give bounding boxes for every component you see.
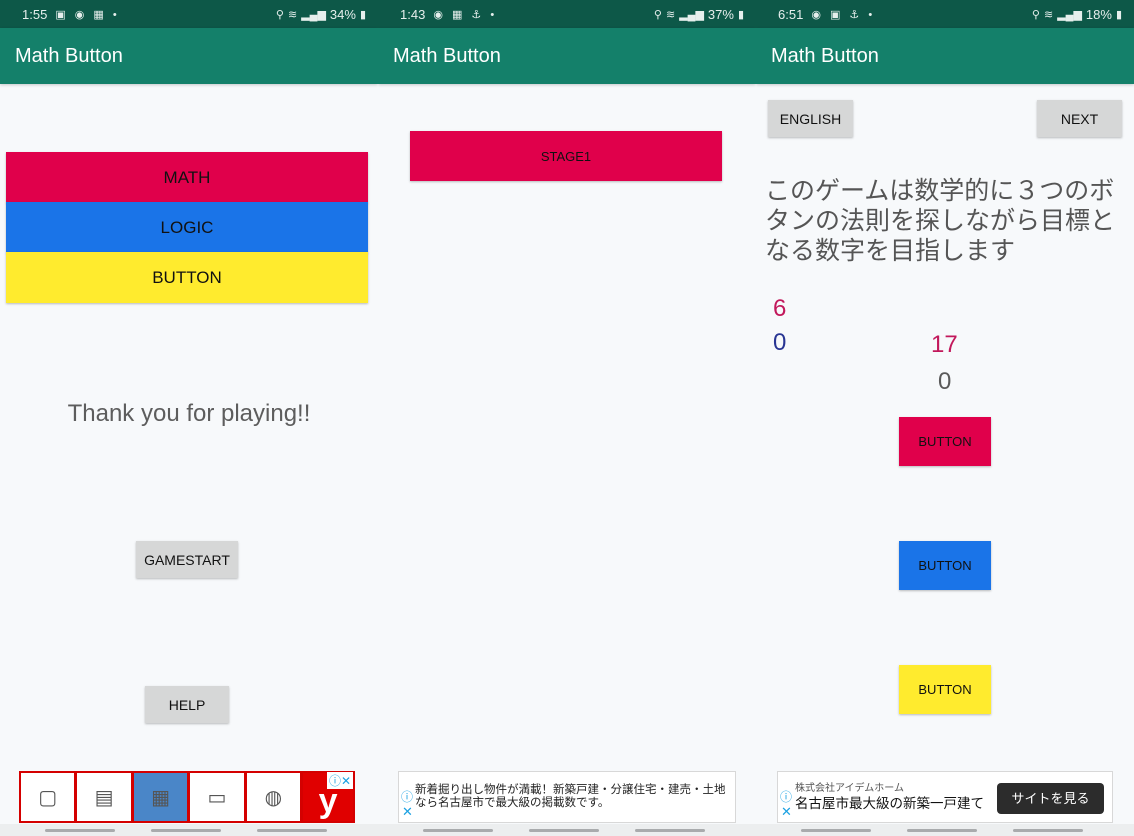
status-bar: 1:43 ◉ ▦ ⚓ • ⚲ ≋ ▂▄▆ 37% ▮ [378,0,756,28]
location-icon: ⚲ [1031,8,1040,21]
status-time: 1:55 [22,6,48,22]
nav-bar [0,824,378,836]
ad-cta-button[interactable]: サイトを見る [997,783,1104,814]
notification-icons: ◉ ▦ ⚓ • [433,8,498,21]
app-title: Math Button [378,28,756,84]
nav-back[interactable] [635,829,705,832]
ad-info-icon[interactable]: ⓘ [401,790,413,804]
banner-math: MATH [6,152,368,203]
location-icon: ⚲ [275,8,284,21]
nav-recents[interactable] [801,829,871,832]
nav-home[interactable] [151,829,221,832]
ad-text: 新着掘り出し物件が満載！新築戸建・分譲住宅・建売・土地なら名古屋市で最大級の掲載… [415,784,726,809]
app-title: Math Button [0,28,378,84]
nav-bar [378,824,756,836]
battery-icon: ▮ [737,8,744,21]
ad-image-lamp: ▭ [190,773,244,821]
signal-icon: ▂▄▆ [301,8,326,21]
nav-recents[interactable] [423,829,493,832]
nav-home[interactable] [907,829,977,832]
status-time: 1:43 [400,6,426,22]
wifi-icon: ≋ [665,8,676,21]
ad-close-icon[interactable]: ✕ [781,805,792,818]
ad-info-icon[interactable]: ⓘ✕ [326,772,353,789]
nav-back[interactable] [1013,829,1083,832]
notification-icons: ◉ ▣ ⚓ • [811,8,876,21]
nav-home[interactable] [529,829,599,832]
screen-home: 1:55 ▣ ◉ ▦ • ⚲ ≋ ▂▄▆ 34% ▮ Math Button M… [0,0,378,836]
ad-close-icon[interactable]: ✕ [402,805,413,818]
ad-image-bulb: ◍ [246,773,301,821]
red-button[interactable]: BUTTON [899,417,991,466]
thanks-message: Thank you for playing!! [67,400,311,427]
screen-stage-select: 1:43 ◉ ▦ ⚓ • ⚲ ≋ ▂▄▆ 37% ▮ Math Button S… [378,0,756,836]
value-navy: 0 [773,329,787,356]
gamestart-button[interactable]: GAMESTART [136,541,238,578]
location-icon: ⚲ [653,8,662,21]
nav-bar [756,824,1134,836]
help-button[interactable]: HELP [145,686,229,723]
next-button[interactable]: NEXT [1037,100,1122,137]
battery-icon: ▮ [1115,8,1122,21]
status-bar: 1:55 ▣ ◉ ▦ • ⚲ ≋ ▂▄▆ 34% ▮ [0,0,378,28]
ad-banner[interactable]: ▢ ▤ ▦ ▭ ◍ y ⓘ✕ [19,771,355,823]
screen-game: 6:51 ◉ ▣ ⚓ • ⚲ ≋ ▂▄▆ 18% ▮ Math Button E… [756,0,1134,836]
battery-icon: ▮ [359,8,366,21]
battery-level: 34% [329,6,356,22]
battery-level: 37% [707,6,734,22]
ad-image-box: ▤ [77,773,131,821]
yellow-button[interactable]: BUTTON [899,665,991,714]
ad-image-board: ▦ [133,773,188,821]
stage1-button[interactable]: STAGE1 [410,131,722,181]
signal-icon: ▂▄▆ [679,8,704,21]
ad-image-device: ▢ [21,773,75,821]
wifi-icon: ≋ [1043,8,1054,21]
value-red: 6 [773,295,787,322]
current-value: 0 [938,368,952,395]
ad-text-banner[interactable]: ⓘ ✕ 株式会社アイデムホーム 名古屋市最大級の新築一戸建て サイトを見る [777,771,1113,823]
app-title: Math Button [756,28,1134,84]
wifi-icon: ≋ [287,8,298,21]
game-description: このゲームは数学的に３つのボタンの法則を探しながら目標となる数字を目指します [765,177,1116,265]
target-value: 17 [931,331,958,358]
status-bar: 6:51 ◉ ▣ ⚓ • ⚲ ≋ ▂▄▆ 18% ▮ [756,0,1134,28]
nav-recents[interactable] [45,829,115,832]
ad-info-icon[interactable]: ⓘ [780,790,792,804]
battery-level: 18% [1085,6,1112,22]
ad-text-banner[interactable]: ⓘ ✕ 新着掘り出し物件が満載！新築戸建・分譲住宅・建売・土地なら名古屋市で最大… [398,771,736,823]
banner-logic: LOGIC [6,202,368,253]
blue-button[interactable]: BUTTON [899,541,991,590]
banner-button: BUTTON [6,252,368,303]
status-time: 6:51 [778,6,804,22]
notification-icons: ▣ ◉ ▦ • [55,8,120,21]
english-button[interactable]: ENGLISH [768,100,853,137]
nav-back[interactable] [257,829,327,832]
signal-icon: ▂▄▆ [1057,8,1082,21]
